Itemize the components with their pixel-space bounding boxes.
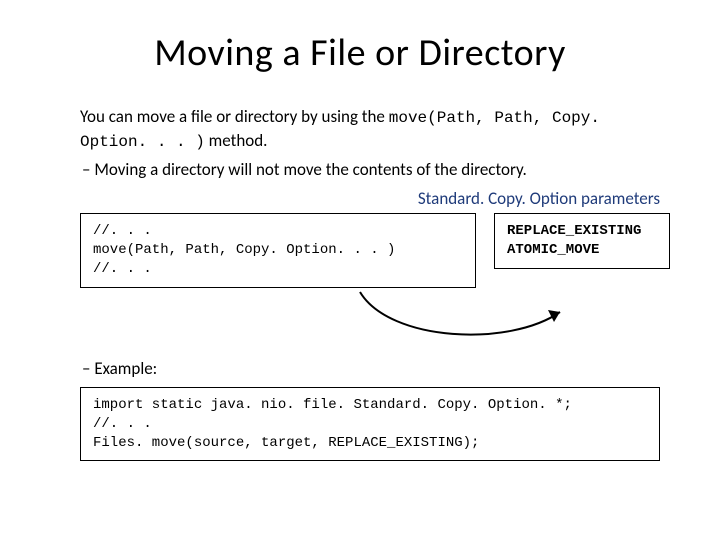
slide: Moving a File or Directory You can move …: [0, 0, 720, 540]
slide-title: Moving a File or Directory: [50, 30, 670, 76]
code1-line1: //. . .: [93, 223, 152, 239]
code2-line2: //. . .: [93, 416, 152, 432]
params-label: Standard. Copy. Option parameters: [50, 188, 660, 209]
code-box-example: import static java. nio. file. Standard.…: [80, 387, 660, 462]
code-box-options: REPLACE_EXISTING ATOMIC_MOVE: [494, 213, 670, 269]
code-row: //. . . move(Path, Path, Copy. Option. .…: [80, 213, 670, 288]
intro-text-pre: You can move a file or directory by usin…: [80, 106, 389, 127]
arrow-container: [50, 288, 670, 348]
intro-text-post: method.: [205, 130, 268, 151]
option-line1: REPLACE_EXISTING: [507, 223, 641, 239]
intro-paragraph: You can move a file or directory by usin…: [50, 106, 670, 153]
code-box-usage: //. . . move(Path, Path, Copy. Option. .…: [80, 213, 476, 288]
bullet-example-text: Example:: [94, 358, 157, 379]
code1-line2: move(Path, Path, Copy. Option. . . ): [93, 242, 395, 258]
code2-line1: import static java. nio. file. Standard.…: [93, 397, 572, 413]
code1-line3: //. . .: [93, 261, 152, 277]
option-line2: ATOMIC_MOVE: [507, 242, 599, 258]
bullet-note: Moving a directory will not move the con…: [50, 159, 670, 182]
bullet-example: Example:: [50, 358, 670, 381]
code2-line3: Files. move(source, target, REPLACE_EXIS…: [93, 435, 479, 451]
bullet-note-text: Moving a directory will not move the con…: [94, 159, 527, 180]
arrow-icon: [350, 282, 580, 352]
